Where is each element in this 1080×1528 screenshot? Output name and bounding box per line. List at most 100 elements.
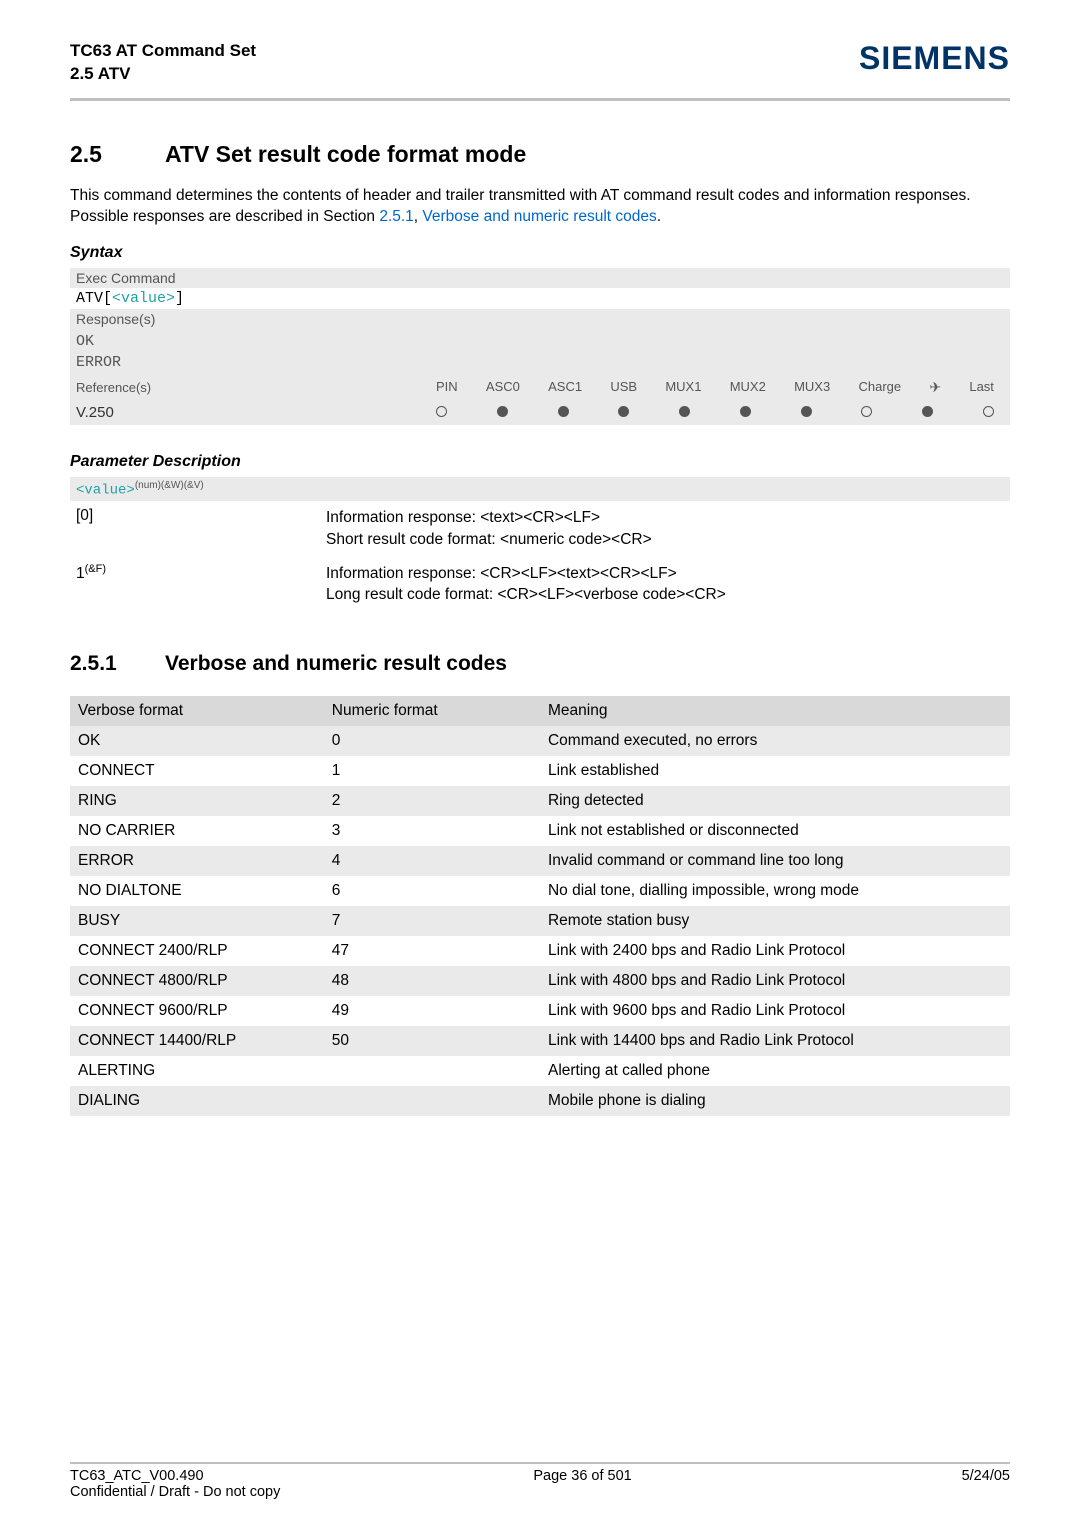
table-cell: ERROR bbox=[70, 846, 324, 876]
dot-filled-icon bbox=[497, 404, 508, 421]
footer-left: TC63_ATC_V00.490 bbox=[70, 1468, 204, 1484]
table-cell: Link established bbox=[540, 756, 1010, 786]
table-cell: Link with 4800 bps and Radio Link Protoc… bbox=[540, 966, 1010, 996]
link-section-ref[interactable]: 2.5.1 bbox=[379, 208, 413, 225]
table-cell: Link not established or disconnected bbox=[540, 816, 1010, 846]
parameter-description-label: Parameter Description bbox=[70, 453, 1010, 471]
table-cell: BUSY bbox=[70, 906, 324, 936]
param-row: [0]Information response: <text><CR><LF>S… bbox=[70, 501, 1010, 556]
table-header: Numeric format bbox=[324, 696, 540, 726]
table-row: ERROR4Invalid command or command line to… bbox=[70, 846, 1010, 876]
responses-label: Response(s) bbox=[70, 309, 1010, 329]
table-cell: 0 bbox=[324, 726, 540, 756]
table-cell: Ring detected bbox=[540, 786, 1010, 816]
para-end: . bbox=[657, 208, 661, 225]
table-row: CONNECT 4800/RLP48Link with 4800 bps and… bbox=[70, 966, 1010, 996]
table-cell: 1 bbox=[324, 756, 540, 786]
table-row: CONNECT 9600/RLP49Link with 9600 bps and… bbox=[70, 996, 1010, 1026]
footer-center: Page 36 of 501 bbox=[533, 1468, 631, 1484]
link-verbose-codes[interactable]: Verbose and numeric result codes bbox=[422, 208, 656, 225]
dot-filled-icon bbox=[922, 404, 933, 421]
ref-col: Last bbox=[969, 379, 994, 396]
param-hdr-value: <value> bbox=[76, 482, 135, 498]
header-rule bbox=[70, 98, 1010, 101]
table-cell: Link with 9600 bps and Radio Link Protoc… bbox=[540, 996, 1010, 1026]
section-title: ATV Set result code format mode bbox=[165, 141, 526, 167]
syntax-label: Syntax bbox=[70, 244, 1010, 262]
table-row: NO DIALTONE6No dial tone, dialling impos… bbox=[70, 876, 1010, 906]
table-cell: CONNECT 2400/RLP bbox=[70, 936, 324, 966]
table-cell: RING bbox=[70, 786, 324, 816]
table-cell: Remote station busy bbox=[540, 906, 1010, 936]
table-cell: CONNECT bbox=[70, 756, 324, 786]
table-cell: NO DIALTONE bbox=[70, 876, 324, 906]
param-key: 1(&F) bbox=[76, 563, 326, 606]
table-row: NO CARRIER3Link not established or disco… bbox=[70, 816, 1010, 846]
footer-rule bbox=[70, 1462, 1010, 1464]
reference-data-row: V.250 bbox=[70, 400, 1010, 425]
table-cell: Command executed, no errors bbox=[540, 726, 1010, 756]
ref-col: MUX2 bbox=[730, 379, 766, 396]
cmd-prefix: ATV[ bbox=[76, 290, 112, 307]
param-row: 1(&F)Information response: <CR><LF><text… bbox=[70, 557, 1010, 612]
doc-subtitle: 2.5 ATV bbox=[70, 63, 256, 86]
table-header: Meaning bbox=[540, 696, 1010, 726]
table-cell: DIALING bbox=[70, 1086, 324, 1116]
dot-filled-icon bbox=[558, 404, 569, 421]
resp-ok: OK bbox=[76, 331, 1004, 352]
param-hdr-sup: (num)(&W)(&V) bbox=[135, 480, 204, 491]
dot-filled-icon bbox=[618, 404, 629, 421]
ref-col: ✈ bbox=[929, 379, 941, 396]
ref-col: PIN bbox=[436, 379, 458, 396]
exec-command: ATV[<value>] bbox=[70, 288, 1010, 309]
dot-empty-icon bbox=[861, 404, 872, 421]
table-row: RING2Ring detected bbox=[70, 786, 1010, 816]
table-row: CONNECT1Link established bbox=[70, 756, 1010, 786]
ref-col: Charge bbox=[858, 379, 901, 396]
table-row: CONNECT 14400/RLP50Link with 14400 bps a… bbox=[70, 1026, 1010, 1056]
doc-title: TC63 AT Command Set bbox=[70, 40, 256, 63]
table-cell: Link with 14400 bps and Radio Link Proto… bbox=[540, 1026, 1010, 1056]
parameter-header: <value>(num)(&W)(&V) bbox=[70, 477, 1010, 502]
table-cell bbox=[324, 1086, 540, 1116]
table-cell: 2 bbox=[324, 786, 540, 816]
footer-confidential: Confidential / Draft - Do not copy bbox=[70, 1484, 1010, 1500]
table-row: DIALINGMobile phone is dialing bbox=[70, 1086, 1010, 1116]
table-cell: CONNECT 14400/RLP bbox=[70, 1026, 324, 1056]
table-row: OK0Command executed, no errors bbox=[70, 726, 1010, 756]
table-cell: CONNECT 9600/RLP bbox=[70, 996, 324, 1026]
ref-col: ASC0 bbox=[486, 379, 520, 396]
ref-col: MUX1 bbox=[665, 379, 701, 396]
result-codes-table: Verbose formatNumeric formatMeaning OK0C… bbox=[70, 696, 1010, 1116]
table-cell: OK bbox=[70, 726, 324, 756]
table-cell: Link with 2400 bps and Radio Link Protoc… bbox=[540, 936, 1010, 966]
footer-right: 5/24/05 bbox=[962, 1468, 1010, 1484]
table-cell bbox=[324, 1056, 540, 1086]
subsection-number: 2.5.1 bbox=[70, 652, 165, 676]
param-description: Information response: <CR><LF><text><CR>… bbox=[326, 563, 1004, 606]
table-cell: 4 bbox=[324, 846, 540, 876]
dot-filled-icon bbox=[679, 404, 690, 421]
ref-col: USB bbox=[610, 379, 637, 396]
subsection-heading: 2.5.1Verbose and numeric result codes bbox=[70, 652, 1010, 676]
table-cell: 47 bbox=[324, 936, 540, 966]
table-cell: Alerting at called phone bbox=[540, 1056, 1010, 1086]
table-cell: 48 bbox=[324, 966, 540, 996]
table-row: ALERTINGAlerting at called phone bbox=[70, 1056, 1010, 1086]
table-cell: 6 bbox=[324, 876, 540, 906]
exec-command-label: Exec Command bbox=[70, 268, 1010, 288]
section-heading: 2.5ATV Set result code format mode bbox=[70, 141, 1010, 168]
table-cell: Invalid command or command line too long bbox=[540, 846, 1010, 876]
table-cell: No dial tone, dialling impossible, wrong… bbox=[540, 876, 1010, 906]
table-cell: NO CARRIER bbox=[70, 816, 324, 846]
reference-label: Reference(s) bbox=[76, 380, 436, 395]
table-row: BUSY7Remote station busy bbox=[70, 906, 1010, 936]
reference-value: V.250 bbox=[76, 404, 436, 421]
section-number: 2.5 bbox=[70, 141, 165, 168]
cmd-suffix: ] bbox=[175, 290, 184, 307]
cmd-value-token: <value> bbox=[112, 290, 175, 307]
responses-block: OK ERROR bbox=[70, 329, 1010, 375]
table-cell: 3 bbox=[324, 816, 540, 846]
param-description: Information response: <text><CR><LF>Shor… bbox=[326, 507, 1004, 550]
table-row: CONNECT 2400/RLP47Link with 2400 bps and… bbox=[70, 936, 1010, 966]
